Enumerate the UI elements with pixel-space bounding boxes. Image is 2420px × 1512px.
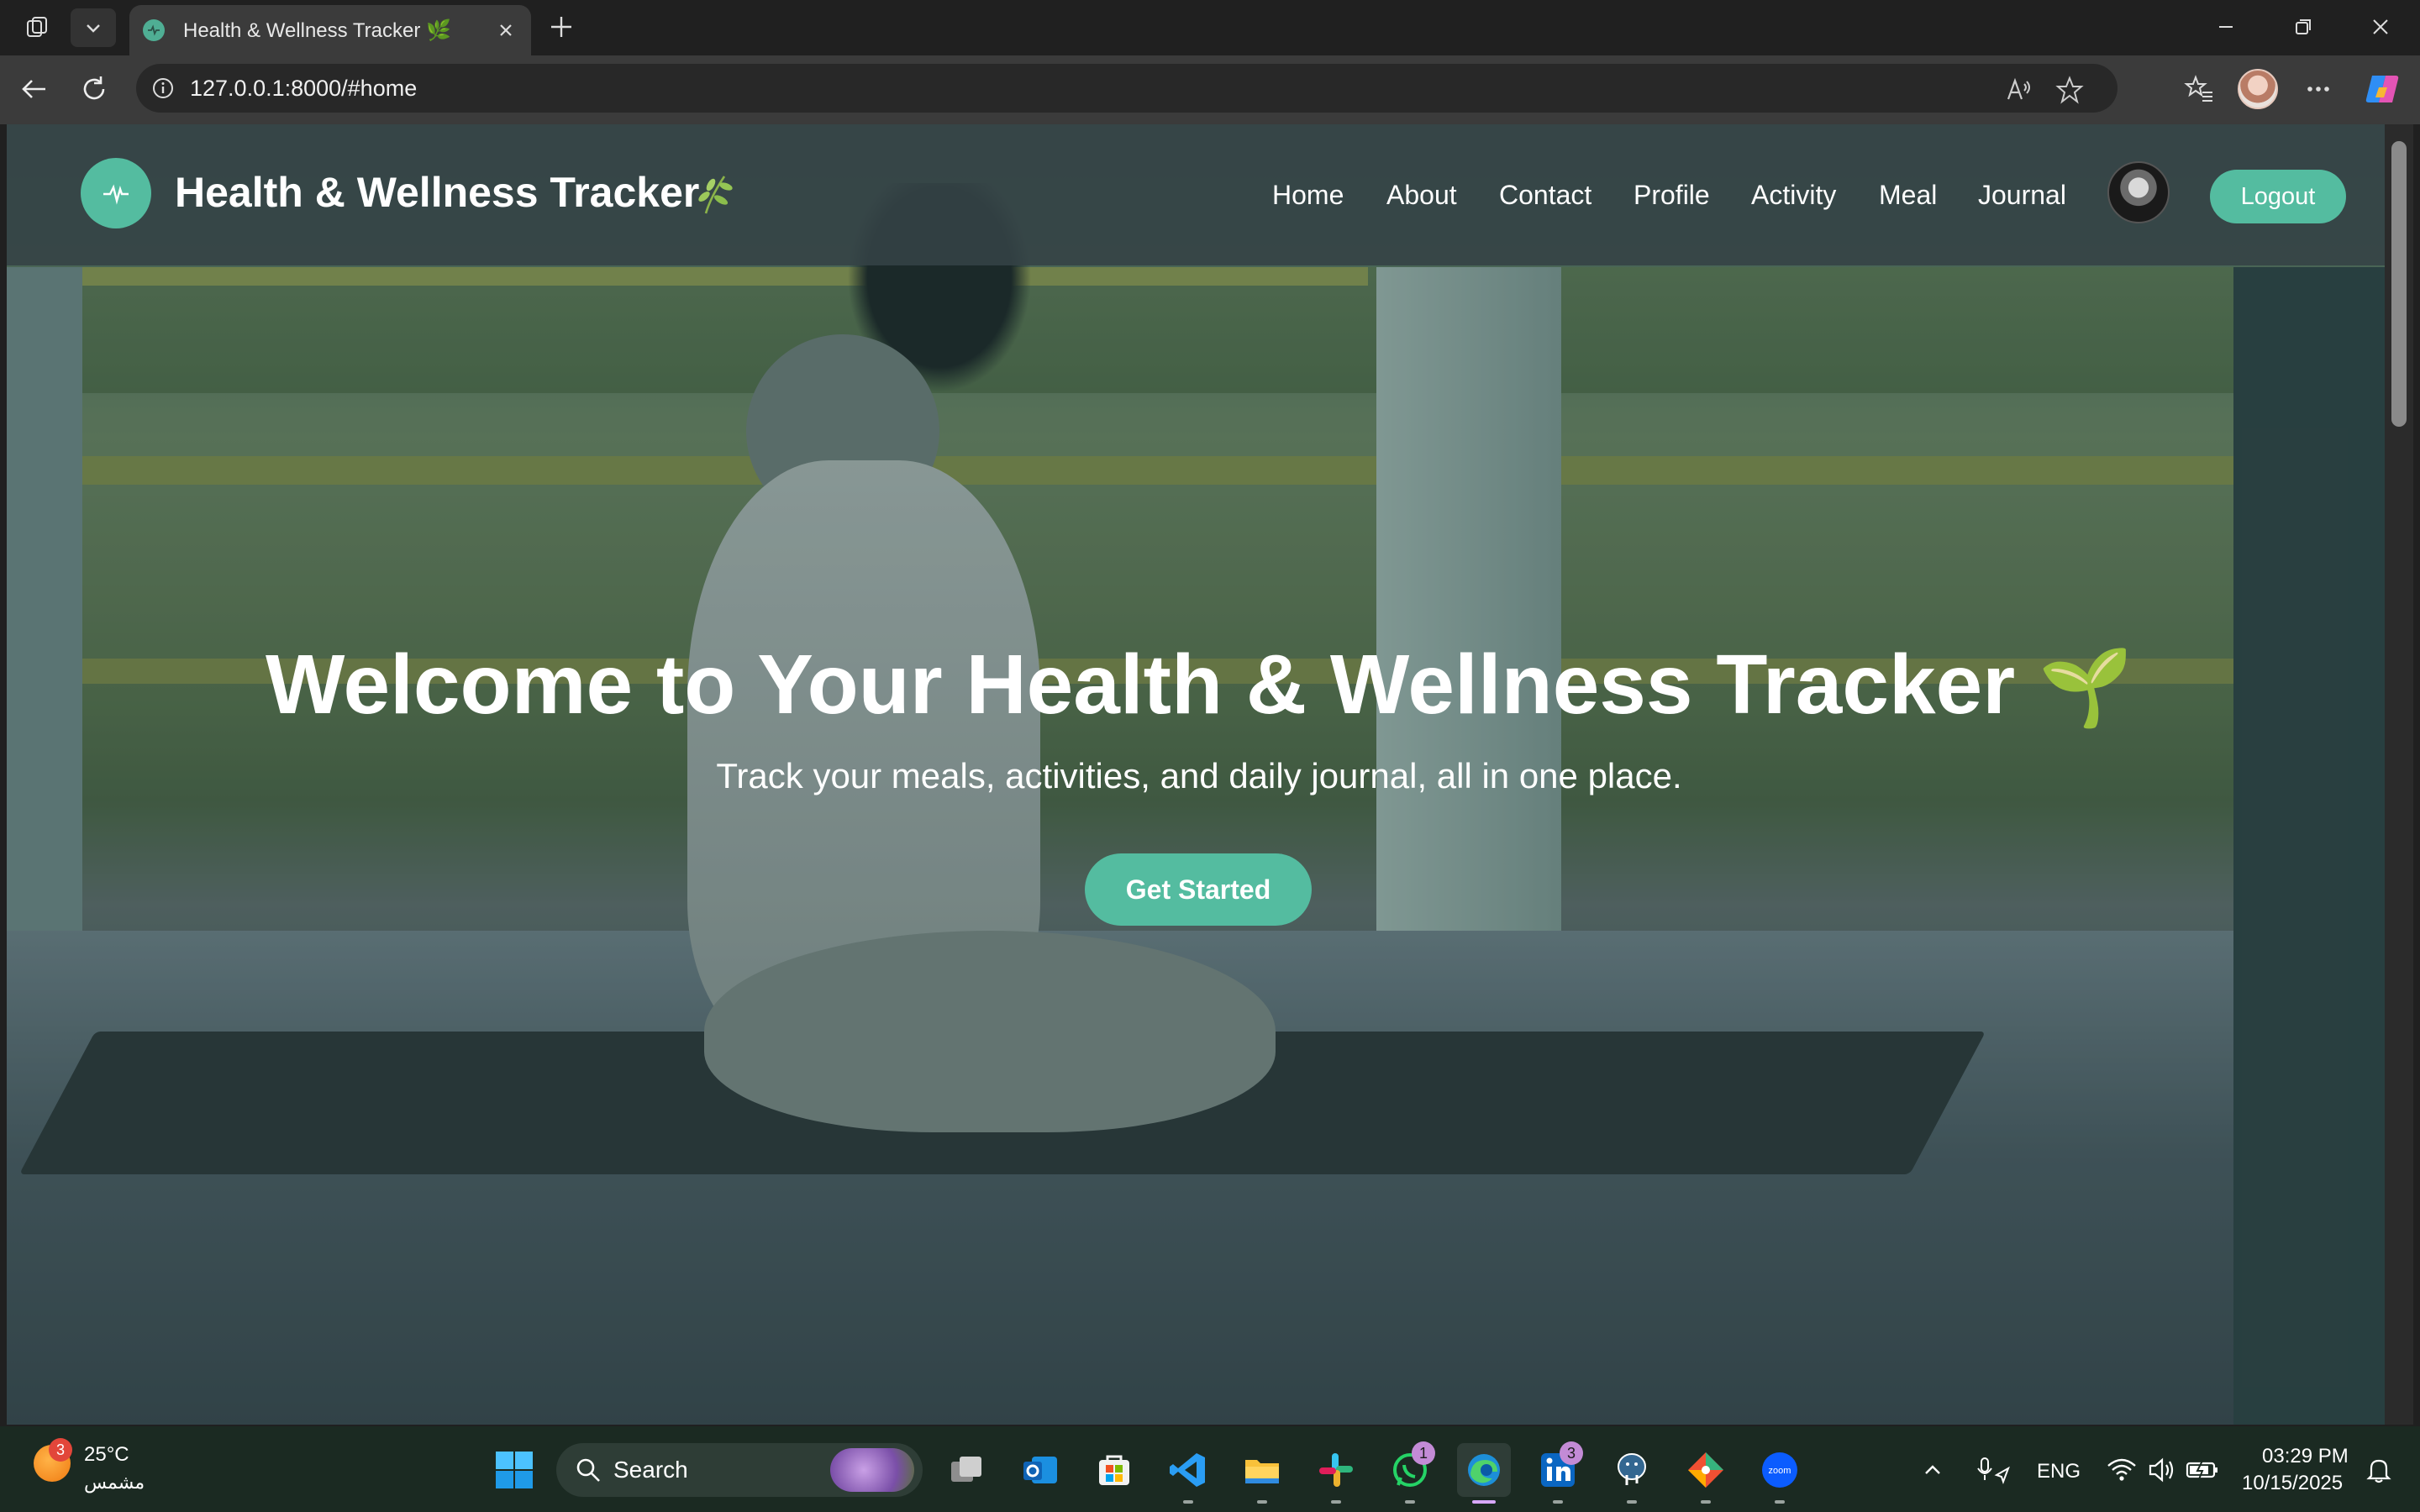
nav-home[interactable]: Home xyxy=(1272,180,1344,211)
nav-activity[interactable]: Activity xyxy=(1751,180,1836,211)
new-tab-plus-icon[interactable] xyxy=(544,10,578,44)
copilot-icon[interactable] xyxy=(2361,68,2403,110)
restore-icon[interactable] xyxy=(2274,7,2333,47)
taskbar-search[interactable]: Search xyxy=(556,1443,923,1497)
tab-title: Health & Wellness Tracker 🌿 xyxy=(183,18,451,42)
zoom-icon[interactable]: zoom xyxy=(1753,1443,1807,1497)
refresh-icon[interactable] xyxy=(72,67,116,111)
clock-time[interactable]: 03:29 PM xyxy=(2262,1445,2349,1468)
search-highlight-image xyxy=(830,1448,914,1492)
battery-icon[interactable] xyxy=(2181,1443,2223,1497)
postgresql-icon[interactable] xyxy=(1605,1443,1659,1497)
tab-list-chevron-down-icon[interactable] xyxy=(71,8,116,47)
microsoft-store-icon[interactable] xyxy=(1087,1443,1141,1497)
chevron-up-icon[interactable] xyxy=(1914,1443,1951,1497)
task-view-icon[interactable] xyxy=(939,1443,993,1497)
running-indicator xyxy=(1701,1500,1711,1504)
nav-journal[interactable]: Journal xyxy=(1978,180,2066,211)
clock-date[interactable]: 10/15/2025 xyxy=(2242,1472,2343,1495)
search-label: Search xyxy=(613,1457,688,1483)
minimize-icon[interactable] xyxy=(2196,7,2255,47)
running-indicator xyxy=(1405,1500,1415,1504)
profile-avatar[interactable] xyxy=(2237,68,2279,110)
brand-title[interactable]: Health & Wellness Tracker xyxy=(175,168,699,217)
search-icon xyxy=(576,1458,600,1482)
tab-health-wellness[interactable]: Health & Wellness Tracker 🌿 xyxy=(129,5,531,55)
edge-icon[interactable] xyxy=(1457,1443,1511,1497)
hero-title-text: Welcome to Your Health & Wellness Tracke… xyxy=(265,638,2016,732)
scrollbar-thumb[interactable] xyxy=(2391,141,2407,427)
weather-desc[interactable]: مشمس xyxy=(84,1472,145,1494)
volume-icon[interactable] xyxy=(2141,1443,2183,1497)
seedling-icon: 🌱 xyxy=(2038,646,2133,730)
address-bar[interactable]: 127.0.0.1:8000/#home xyxy=(136,64,2118,113)
start-windows-icon[interactable] xyxy=(487,1443,541,1497)
favorites-icon[interactable] xyxy=(2178,68,2220,110)
leaf-icon xyxy=(696,171,736,219)
page-viewport: Health & Wellness Tracker Home About Con… xyxy=(7,124,2391,1425)
svg-text:zoom: zoom xyxy=(1769,1466,1791,1476)
hero-title: Welcome to Your Health & Wellness Tracke… xyxy=(7,637,2391,733)
heartbeat-logo-icon[interactable] xyxy=(81,158,151,228)
close-window-icon[interactable] xyxy=(2351,7,2410,47)
logout-button[interactable]: Logout xyxy=(2210,170,2346,223)
site-header: Health & Wellness Tracker Home About Con… xyxy=(7,124,2391,265)
notification-bell-icon[interactable] xyxy=(2358,1443,2400,1497)
running-indicator xyxy=(1257,1500,1267,1504)
running-indicator xyxy=(1553,1500,1563,1504)
running-indicator xyxy=(1183,1500,1193,1504)
tab-favicon-icon xyxy=(143,19,165,41)
back-arrow-icon[interactable] xyxy=(12,67,55,111)
weather-temp[interactable]: 25°C xyxy=(84,1443,129,1467)
star-icon[interactable] xyxy=(2054,74,2086,106)
running-indicator xyxy=(1775,1500,1785,1504)
url-text: 127.0.0.1:8000/#home xyxy=(190,75,418,101)
microphone-location-icon[interactable] xyxy=(1968,1443,2018,1497)
info-icon[interactable] xyxy=(148,73,178,103)
language-indicator[interactable]: ENG xyxy=(2037,1460,2081,1483)
read-aloud-icon[interactable] xyxy=(2003,74,2035,106)
get-started-button[interactable]: Get Started xyxy=(1085,853,1312,926)
nav-profile[interactable]: Profile xyxy=(1634,180,1710,211)
browser-tab-bar: Health & Wellness Tracker 🌿 xyxy=(0,0,2420,55)
wifi-icon[interactable] xyxy=(2101,1443,2143,1497)
nav-meal[interactable]: Meal xyxy=(1879,180,1937,211)
hero-subtitle: Track your meals, activities, and daily … xyxy=(716,756,1682,795)
user-avatar[interactable] xyxy=(2107,161,2170,223)
nav-about[interactable]: About xyxy=(1386,180,1457,211)
linkedin-badge: 3 xyxy=(1560,1441,1583,1465)
nav-contact[interactable]: Contact xyxy=(1499,180,1591,211)
weather-badge: 3 xyxy=(49,1438,72,1462)
more-icon[interactable] xyxy=(2297,68,2339,110)
running-indicator xyxy=(1331,1500,1341,1504)
file-explorer-icon[interactable] xyxy=(1235,1443,1289,1497)
git-tool-icon[interactable] xyxy=(1679,1443,1733,1497)
whatsapp-badge: 1 xyxy=(1412,1441,1435,1465)
running-indicator xyxy=(1627,1500,1637,1504)
workspaces-icon[interactable] xyxy=(15,8,60,47)
outlook-icon[interactable] xyxy=(1013,1443,1067,1497)
slack-icon[interactable] xyxy=(1309,1443,1363,1497)
active-indicator xyxy=(1472,1500,1496,1504)
close-tab-icon[interactable] xyxy=(492,17,519,44)
vscode-icon[interactable] xyxy=(1161,1443,1215,1497)
address-toolbar: 127.0.0.1:8000/#home xyxy=(0,55,2420,124)
